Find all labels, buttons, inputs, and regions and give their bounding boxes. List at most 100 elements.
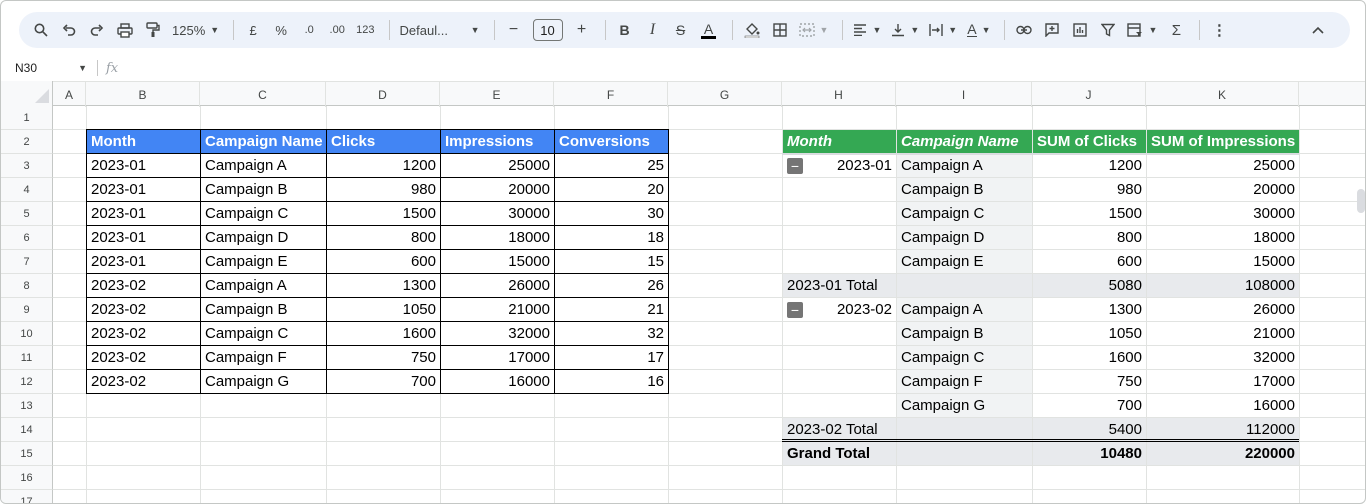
font-select[interactable]: Defaul... ▼ xyxy=(397,16,483,44)
source-data-cell[interactable]: 17000 xyxy=(441,346,554,369)
merge-cells-button[interactable]: ▼ xyxy=(796,16,832,44)
collapse-group-button[interactable]: − xyxy=(787,301,803,318)
pivot-grand-total-impressions[interactable]: 220000 xyxy=(1147,442,1299,465)
source-data-cell[interactable]: Campaign A xyxy=(201,154,326,177)
formula-input[interactable] xyxy=(118,57,1365,79)
row-header-16[interactable]: 16 xyxy=(1,466,53,490)
source-data-cell[interactable]: 750 xyxy=(327,346,440,369)
row-header-7[interactable]: 7 xyxy=(1,250,53,274)
row-header-5[interactable]: 5 xyxy=(1,202,53,226)
source-data-cell[interactable]: 800 xyxy=(327,226,440,249)
row-header-10[interactable]: 10 xyxy=(1,322,53,346)
pivot-header-cell[interactable]: SUM of Impressions xyxy=(1147,130,1299,153)
source-data-cell[interactable]: 1300 xyxy=(327,274,440,297)
decrease-decimal-button[interactable]: .0 xyxy=(297,16,321,44)
pivot-impressions-cell[interactable]: 18000 xyxy=(1147,226,1299,249)
decrease-font-size-button[interactable]: − xyxy=(502,16,526,44)
row-header-11[interactable]: 11 xyxy=(1,346,53,370)
pivot-campaign-cell[interactable]: Campaign C xyxy=(897,346,1032,369)
source-data-cell[interactable]: 2023-01 xyxy=(87,154,200,177)
source-data-cell[interactable]: 1600 xyxy=(327,322,440,345)
pivot-month-cell[interactable] xyxy=(783,346,896,369)
source-data-cell[interactable]: 21000 xyxy=(441,298,554,321)
source-data-cell[interactable]: Campaign G xyxy=(201,370,326,393)
source-data-cell[interactable]: 2023-01 xyxy=(87,250,200,273)
pivot-subtotal-blank[interactable] xyxy=(897,274,1032,297)
filter-views-button[interactable]: ▼ xyxy=(1124,16,1160,44)
pivot-impressions-cell[interactable]: 21000 xyxy=(1147,322,1299,345)
source-data-cell[interactable]: 600 xyxy=(327,250,440,273)
increase-font-size-button[interactable]: + xyxy=(570,16,594,44)
pivot-clicks-cell[interactable]: 1600 xyxy=(1033,346,1146,369)
pivot-clicks-cell[interactable]: 800 xyxy=(1033,226,1146,249)
source-data-cell[interactable]: 26000 xyxy=(441,274,554,297)
pivot-subtotal-clicks[interactable]: 5400 xyxy=(1033,418,1146,441)
pivot-clicks-cell[interactable]: 1050 xyxy=(1033,322,1146,345)
pivot-impressions-cell[interactable]: 32000 xyxy=(1147,346,1299,369)
create-filter-button[interactable] xyxy=(1096,16,1120,44)
pivot-clicks-cell[interactable]: 1500 xyxy=(1033,202,1146,225)
insert-comment-button[interactable] xyxy=(1040,16,1064,44)
source-data-cell[interactable]: 18000 xyxy=(441,226,554,249)
collapse-toolbar-button[interactable] xyxy=(1306,16,1330,44)
pivot-month-cell[interactable]: − 2023-01 xyxy=(783,154,896,177)
source-data-cell[interactable]: 2023-01 xyxy=(87,226,200,249)
row-header-17[interactable]: 17 xyxy=(1,490,53,503)
pivot-clicks-cell[interactable]: 1300 xyxy=(1033,298,1146,321)
source-data-cell[interactable]: 21 xyxy=(555,298,668,321)
pivot-clicks-cell[interactable]: 700 xyxy=(1033,394,1146,417)
source-data-cell[interactable]: 2023-02 xyxy=(87,370,200,393)
source-data-cell[interactable]: 16000 xyxy=(441,370,554,393)
pivot-campaign-cell[interactable]: Campaign F xyxy=(897,370,1032,393)
pivot-month-cell[interactable] xyxy=(783,394,896,417)
vertical-align-button[interactable]: ▼ xyxy=(888,16,922,44)
source-data-cell[interactable]: 1200 xyxy=(327,154,440,177)
pivot-subtotal-label[interactable]: 2023-01 Total xyxy=(783,274,896,297)
source-data-cell[interactable]: 16 xyxy=(555,370,668,393)
pivot-grand-total-clicks[interactable]: 10480 xyxy=(1033,442,1146,465)
redo-button[interactable] xyxy=(85,16,109,44)
source-data-cell[interactable]: 20 xyxy=(555,178,668,201)
text-color-button[interactable]: A xyxy=(697,16,721,44)
source-data-cell[interactable]: 18 xyxy=(555,226,668,249)
row-header-13[interactable]: 13 xyxy=(1,394,53,418)
pivot-campaign-cell[interactable]: Campaign B xyxy=(897,178,1032,201)
source-data-cell[interactable]: Campaign D xyxy=(201,226,326,249)
pivot-grand-total-label[interactable]: Grand Total xyxy=(783,442,896,465)
pivot-subtotal-label[interactable]: 2023-02 Total xyxy=(783,418,896,441)
pivot-month-cell[interactable] xyxy=(783,370,896,393)
pivot-month-cell[interactable] xyxy=(783,178,896,201)
pivot-grand-total-blank[interactable] xyxy=(897,442,1032,465)
pivot-clicks-cell[interactable]: 1200 xyxy=(1033,154,1146,177)
pivot-subtotal-impressions[interactable]: 112000 xyxy=(1147,418,1299,441)
paint-format-button[interactable] xyxy=(141,16,165,44)
pivot-impressions-cell[interactable]: 20000 xyxy=(1147,178,1299,201)
source-header-cell[interactable]: Impressions xyxy=(441,130,554,153)
pivot-clicks-cell[interactable]: 750 xyxy=(1033,370,1146,393)
row-header-2[interactable]: 2 xyxy=(1,130,53,154)
source-header-cell[interactable]: Month xyxy=(87,130,200,153)
fill-color-button[interactable] xyxy=(740,16,764,44)
pivot-subtotal-blank[interactable] xyxy=(897,418,1032,441)
source-data-cell[interactable]: Campaign C xyxy=(201,202,326,225)
source-data-cell[interactable]: 32000 xyxy=(441,322,554,345)
pivot-clicks-cell[interactable]: 600 xyxy=(1033,250,1146,273)
pivot-month-cell[interactable] xyxy=(783,250,896,273)
source-data-cell[interactable]: Campaign B xyxy=(201,298,326,321)
strikethrough-button[interactable]: S xyxy=(669,16,693,44)
source-data-cell[interactable]: 30000 xyxy=(441,202,554,225)
more-options-button[interactable]: ⋮ xyxy=(1207,16,1231,44)
pivot-impressions-cell[interactable]: 25000 xyxy=(1147,154,1299,177)
pivot-clicks-cell[interactable]: 980 xyxy=(1033,178,1146,201)
increase-decimal-button[interactable]: .00 xyxy=(325,16,349,44)
source-data-cell[interactable]: Campaign C xyxy=(201,322,326,345)
text-rotation-button[interactable]: A ▼ xyxy=(964,16,993,44)
source-header-cell[interactable]: Conversions xyxy=(555,130,668,153)
italic-button[interactable]: I xyxy=(641,16,665,44)
row-header-12[interactable]: 12 xyxy=(1,370,53,394)
source-data-cell[interactable]: 2023-02 xyxy=(87,274,200,297)
source-data-cell[interactable]: 2023-02 xyxy=(87,346,200,369)
bold-button[interactable]: B xyxy=(613,16,637,44)
pivot-campaign-cell[interactable]: Campaign C xyxy=(897,202,1032,225)
pivot-month-cell[interactable] xyxy=(783,202,896,225)
